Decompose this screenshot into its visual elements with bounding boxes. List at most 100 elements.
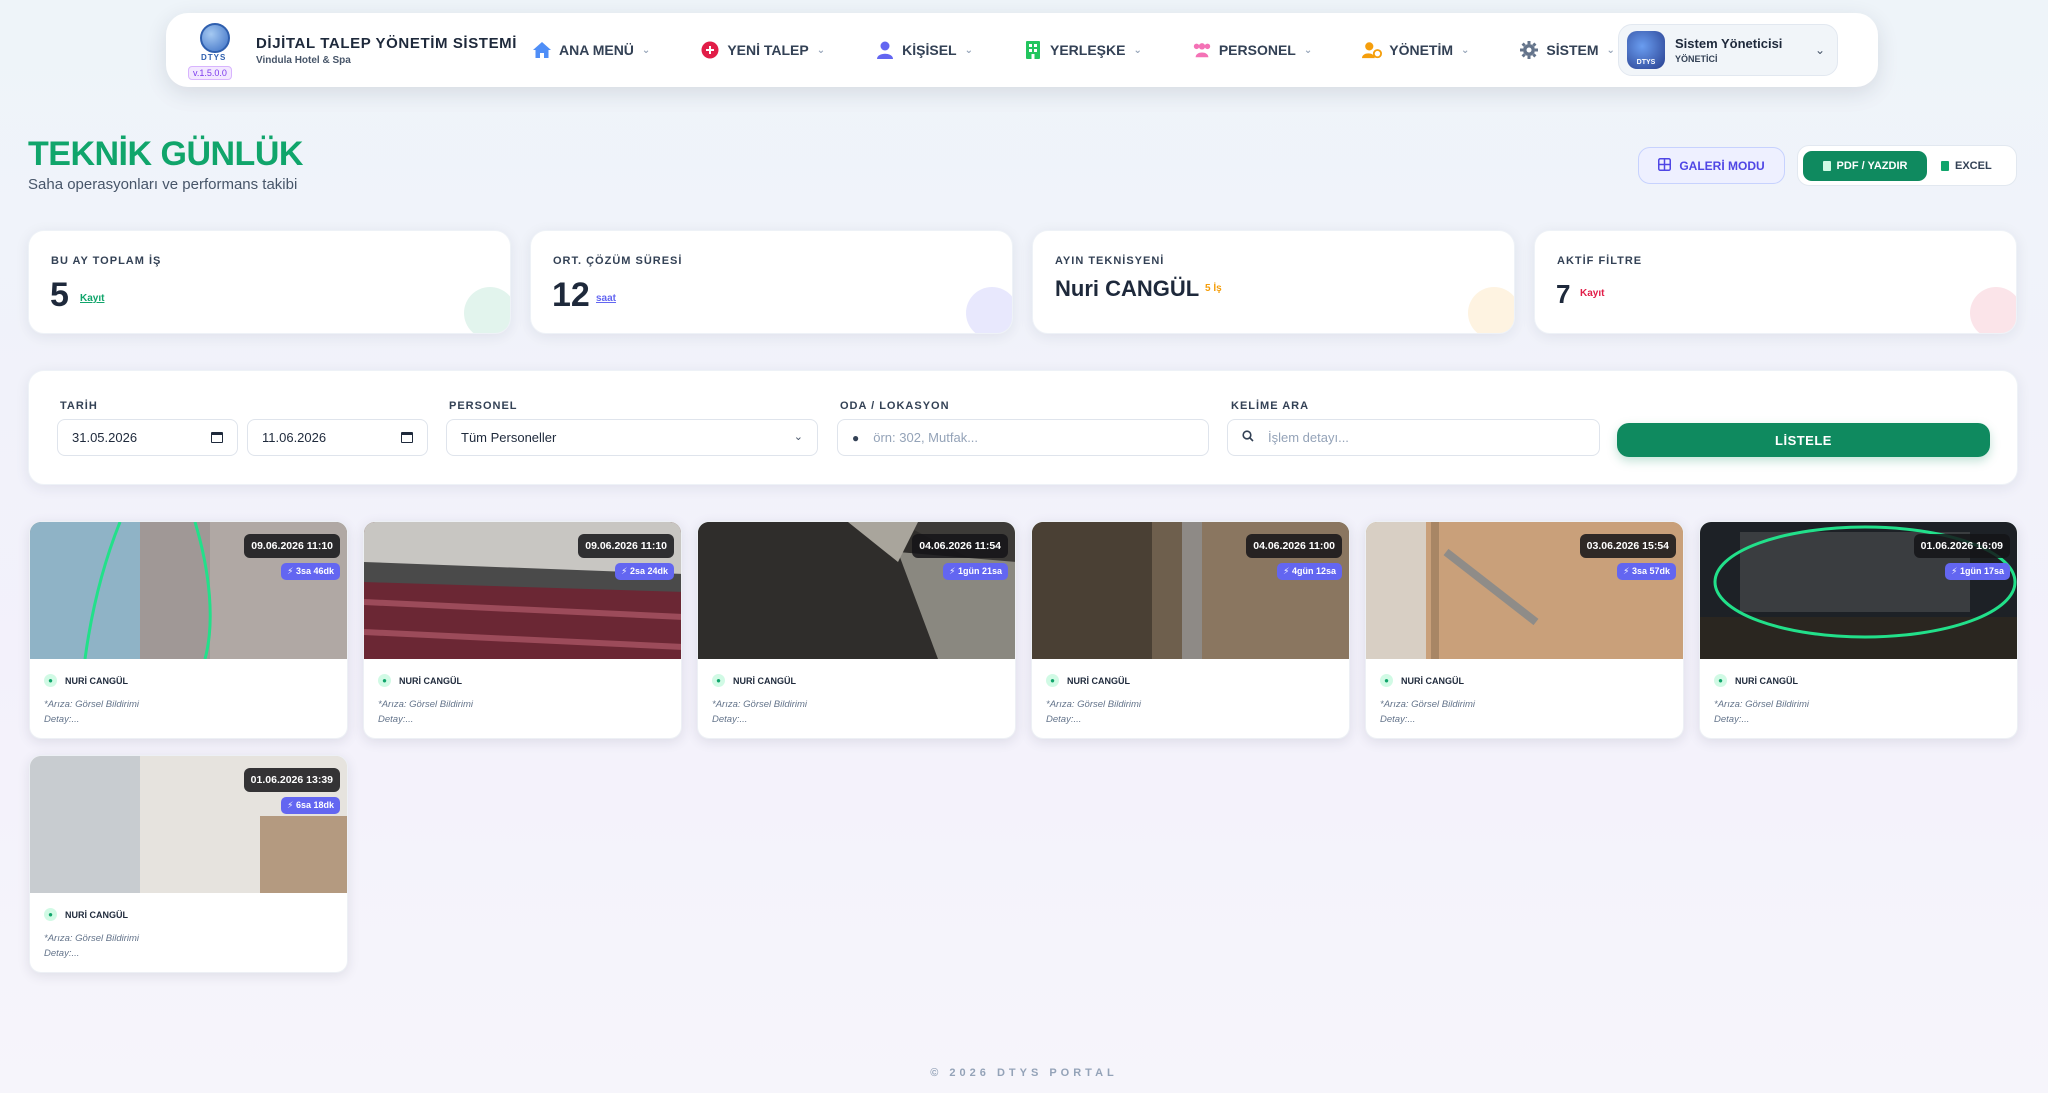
nav-item-personel[interactable]: PERSONEL ⌄ — [1178, 30, 1326, 70]
card-desc-line: *Arıza: Görsel Bildirimi — [1380, 699, 1476, 710]
map-pin-icon: ● — [852, 430, 860, 445]
nav-item-label: YERLEŞKE — [1049, 42, 1126, 58]
document-icon — [1822, 160, 1831, 171]
stat-unit: Kayıt — [1580, 288, 1605, 299]
stat-unit: saat — [596, 293, 617, 304]
stat-card-total-jobs: BU AY TOPLAM İŞ 5 Kayıt — [28, 230, 511, 334]
clock-icon — [966, 287, 1012, 333]
card-technician: ● NURİ CANGÜL — [378, 674, 462, 687]
excel-button[interactable]: EXCEL — [1941, 160, 1992, 172]
chevron-down-icon: ⌄ — [1133, 44, 1142, 56]
stat-label: AYIN TEKNİSYENİ — [1055, 255, 1165, 267]
gallery-mode-button[interactable]: GALERİ MODU — [1638, 147, 1785, 184]
date-from-input[interactable]: 31.05.2026 — [57, 419, 238, 456]
user-icon: ● — [1380, 674, 1393, 687]
card-technician: ● NURİ CANGÜL — [44, 674, 128, 687]
card-technician: ● NURİ CANGÜL — [44, 908, 128, 921]
card-photo: 04.06.2026 11:00 ⚡ 4gün 12sa — [1032, 522, 1349, 659]
date-to-input[interactable]: 11.06.2026 — [247, 419, 428, 456]
card-date-badge: 04.06.2026 11:00 — [1246, 534, 1342, 558]
list-button[interactable]: LİSTELE — [1617, 423, 1990, 457]
gallery-mode-label: GALERİ MODU — [1679, 158, 1765, 173]
stat-value: 5 — [50, 276, 69, 314]
kelime-search-input[interactable]: İşlem detayı... — [1227, 419, 1600, 456]
log-card[interactable]: 03.06.2026 15:54 ⚡ 3sa 57dk ● NURİ CANGÜ… — [1365, 521, 1684, 739]
card-duration-badge: ⚡ 1gün 21sa — [943, 563, 1008, 580]
card-technician: ● NURİ CANGÜL — [1046, 674, 1130, 687]
card-photo: 01.06.2026 13:39 ⚡ 6sa 18dk — [30, 756, 347, 893]
globe-icon — [200, 23, 230, 53]
card-date-badge: 09.06.2026 11:10 — [578, 534, 674, 558]
stat-label: ORT. ÇÖZÜM SÜRESİ — [553, 255, 683, 267]
chevron-down-icon: ⌄ — [1461, 44, 1470, 56]
card-description: *Arıza: Görsel Bildirimi Detay:... — [44, 697, 139, 727]
calendar-icon — [211, 432, 223, 443]
filter-icon — [1970, 287, 2016, 333]
nav-menu: ANA MENÜ ⌄ YENİ TALEP ⌄ KİŞİSEL ⌄ YERLEŞ… — [522, 30, 1629, 70]
nav-item-yonetim[interactable]: YÖNETİM ⌄ — [1348, 30, 1483, 70]
card-desc-line: Detay:... — [1380, 714, 1416, 725]
brand-subtitle: Vindula Hotel & Spa — [256, 54, 351, 66]
log-card[interactable]: 01.06.2026 13:39 ⚡ 6sa 18dk ● NURİ CANGÜ… — [29, 755, 348, 973]
gear-icon — [1519, 40, 1539, 60]
export-group: PDF / YAZDIR EXCEL — [1797, 145, 2017, 186]
nav-item-yerleske[interactable]: YERLEŞKE ⌄ — [1009, 30, 1156, 70]
log-card[interactable]: 04.06.2026 11:00 ⚡ 4gün 12sa ● NURİ CANG… — [1031, 521, 1350, 739]
chevron-down-icon: ⌄ — [1606, 44, 1615, 56]
wrench-icon — [464, 287, 510, 333]
technician-name: NURİ CANGÜL — [1401, 675, 1464, 686]
chevron-down-icon: ⌄ — [1303, 44, 1313, 56]
kelime-placeholder: İşlem detayı... — [1268, 430, 1349, 445]
nav-item-label: SİSTEM — [1546, 42, 1599, 58]
nav-item-label: YÖNETİM — [1389, 42, 1454, 58]
card-photo: 09.06.2026 11:10 ⚡ 3sa 46dk — [30, 522, 347, 659]
card-desc-line: *Arıza: Görsel Bildirimi — [44, 699, 140, 710]
stat-value: 7 — [1556, 279, 1571, 309]
log-card[interactable]: 04.06.2026 11:54 ⚡ 1gün 21sa ● NURİ CANG… — [697, 521, 1016, 739]
plus-circle-icon — [700, 40, 720, 60]
avatar: DTYS — [1627, 31, 1665, 69]
brand[interactable]: DTYS v.1.5.0.0 DİJİTAL TALEP YÖNETİM SİS… — [188, 19, 522, 81]
chevron-down-icon: ⌄ — [964, 44, 973, 56]
log-card[interactable]: 09.06.2026 11:10 ⚡ 2sa 24dk ● NURİ CANGÜ… — [363, 521, 682, 739]
top-navbar: DTYS v.1.5.0.0 DİJİTAL TALEP YÖNETİM SİS… — [166, 13, 1878, 87]
oda-input[interactable]: ● örn: 302, Mutfak... — [837, 419, 1209, 456]
oda-label: ODA / LOKASYON — [840, 400, 950, 412]
nav-item-ana-menu[interactable]: ANA MENÜ ⌄ — [518, 30, 664, 70]
card-desc-line: Detay:... — [1714, 714, 1750, 725]
user-menu[interactable]: DTYS Sistem Yöneticisi YÖNETİCİ ⌄ — [1618, 24, 1838, 76]
card-date-badge: 04.06.2026 11:54 — [912, 534, 1008, 558]
date-label: TARİH — [60, 400, 98, 412]
nav-item-label: KİŞİSEL — [902, 42, 957, 58]
nav-item-yeni-talep[interactable]: YENİ TALEP ⌄ — [686, 30, 839, 70]
chevron-down-icon: ⌄ — [793, 431, 803, 443]
pdf-print-label: PDF / YAZDIR — [1836, 159, 1908, 172]
users-icon — [1192, 40, 1212, 60]
card-desc-line: *Arıza: Görsel Bildirimi — [1714, 699, 1810, 710]
oda-placeholder: örn: 302, Mutfak... — [873, 430, 979, 445]
card-desc-line: *Arıza: Görsel Bildirimi — [44, 933, 140, 944]
card-photo: 03.06.2026 15:54 ⚡ 3sa 57dk — [1366, 522, 1683, 659]
pdf-print-button[interactable]: PDF / YAZDIR — [1803, 150, 1927, 181]
nav-item-kisisel[interactable]: KİŞİSEL ⌄ — [861, 30, 987, 70]
card-desc-line: Detay:... — [378, 714, 414, 725]
log-card[interactable]: 09.06.2026 11:10 ⚡ 3sa 46dk ● NURİ CANGÜ… — [29, 521, 348, 739]
version-badge: v.1.5.0.0 — [188, 66, 232, 80]
technician-name: NURİ CANGÜL — [1067, 675, 1130, 686]
card-desc-line: Detay:... — [712, 714, 748, 725]
user-icon: ● — [378, 674, 391, 687]
user-icon: ● — [712, 674, 725, 687]
nav-item-sistem[interactable]: SİSTEM ⌄ — [1505, 30, 1629, 70]
technician-name: NURİ CANGÜL — [399, 675, 462, 686]
excel-file-icon — [1941, 160, 1949, 171]
card-description: *Arıza: Görsel Bildirimi Detay:... — [1714, 697, 1809, 727]
log-card[interactable]: 01.06.2026 16:09 ⚡ 1gün 17sa ● NURİ CANG… — [1699, 521, 2018, 739]
card-desc-line: *Arıza: Görsel Bildirimi — [378, 699, 474, 710]
home-icon — [532, 40, 552, 60]
grid-icon — [1658, 157, 1672, 174]
personel-select[interactable]: Tüm Personeller ⌄ — [446, 419, 818, 456]
card-description: *Arıza: Görsel Bildirimi Detay:... — [378, 697, 473, 727]
filter-panel: TARİH 31.05.2026 11.06.2026 PERSONEL Tüm… — [28, 370, 2018, 485]
page-title: TEKNİK GÜNLÜK — [28, 135, 303, 173]
card-photo: 01.06.2026 16:09 ⚡ 1gün 17sa — [1700, 522, 2017, 659]
